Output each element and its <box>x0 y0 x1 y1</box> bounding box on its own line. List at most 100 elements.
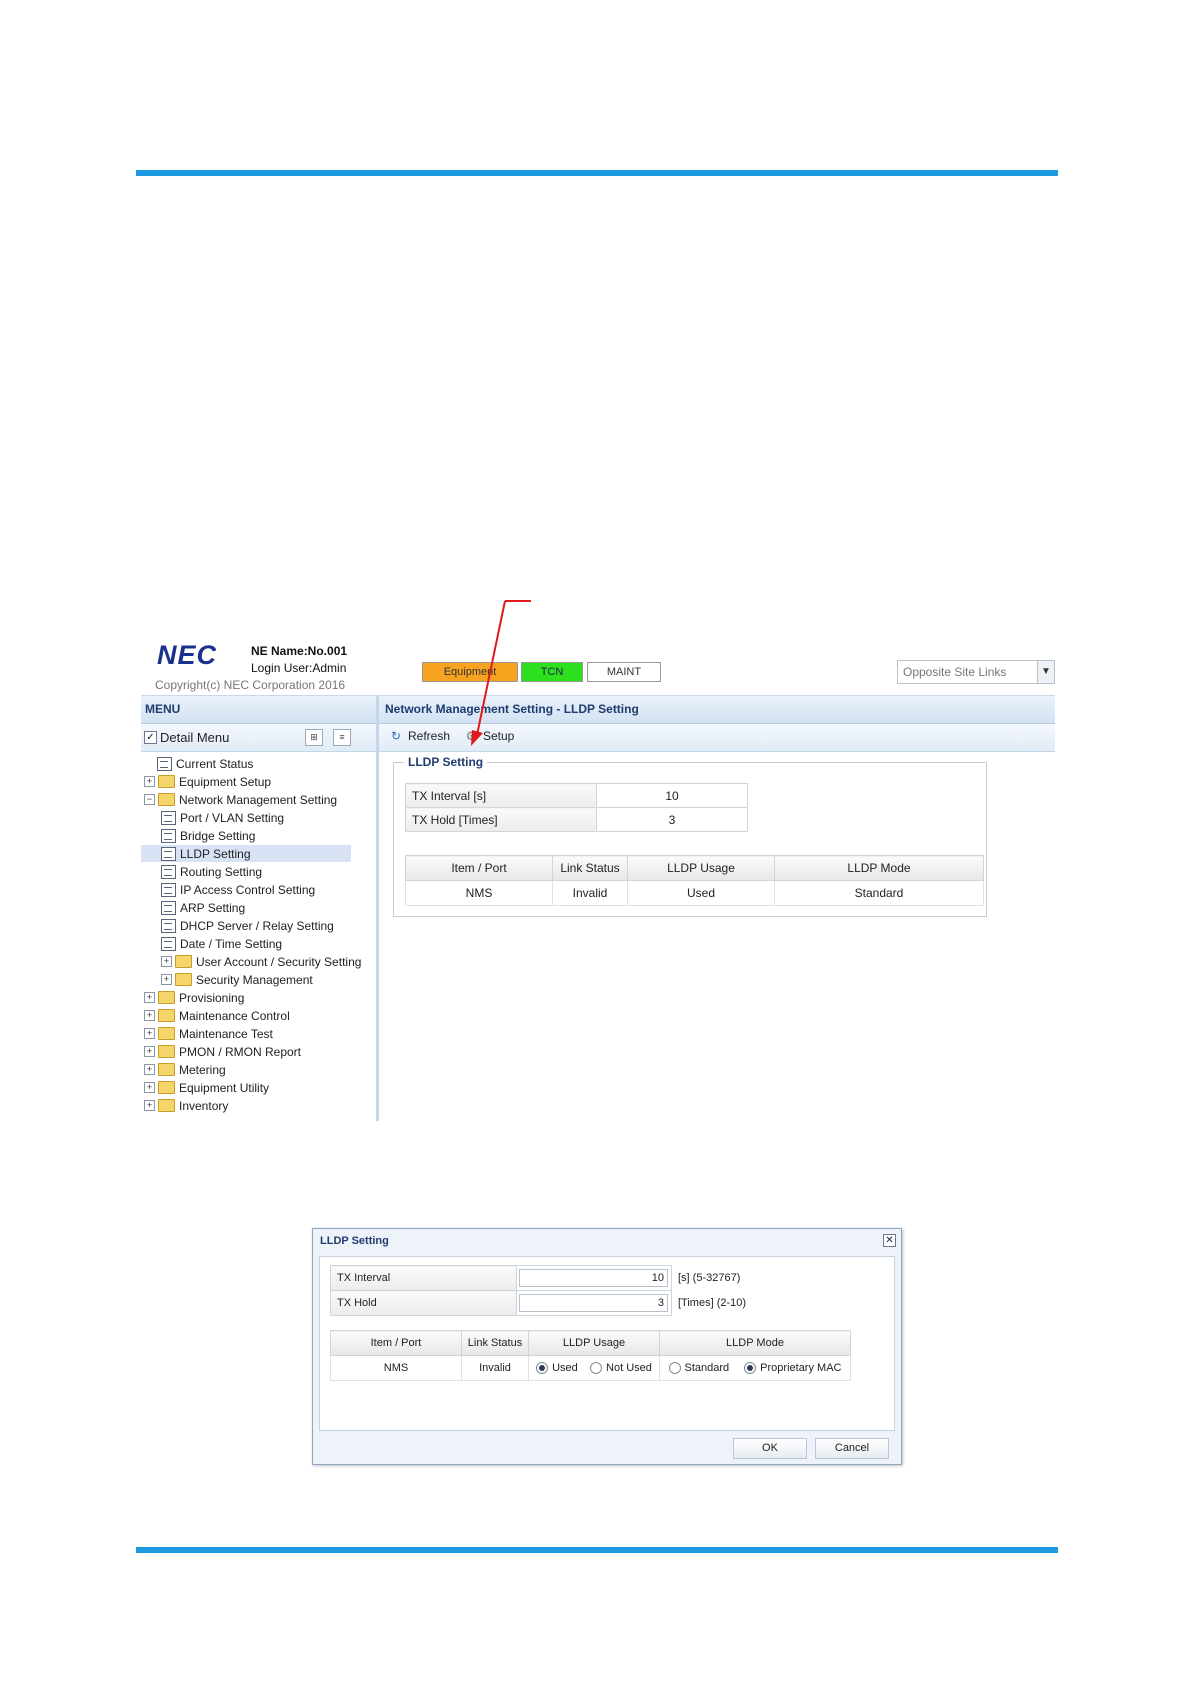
expand-icon[interactable]: + <box>144 1064 155 1075</box>
tx-hold-field-label: TX Hold <box>330 1290 517 1316</box>
sidebar-item-arp-setting[interactable]: ARP Setting <box>161 899 245 916</box>
dialog-title: LLDP Setting <box>320 1235 389 1247</box>
ne-name-label: NE Name:No.001 <box>251 644 348 658</box>
maint-status-indicator[interactable]: MAINT <box>587 662 661 682</box>
lldp-usage-radio-group: Used Not Used <box>528 1355 660 1381</box>
sidebar-item-metering[interactable]: + Metering <box>144 1061 226 1078</box>
lldp-mode-options: Standard Proprietary MAC <box>661 1362 849 1374</box>
expand-icon[interactable]: + <box>144 776 155 787</box>
sidebar-item-equipment-utility[interactable]: + Equipment Utility <box>144 1079 269 1096</box>
page-icon <box>161 882 176 897</box>
setup-button[interactable]: ⚙ Setup <box>464 729 515 743</box>
sidebar-item-provisioning[interactable]: + Provisioning <box>144 989 244 1006</box>
equipment-status-indicator[interactable]: Equipment <box>422 662 518 682</box>
sidebar-item-maintenance-test[interactable]: + Maintenance Test <box>144 1025 273 1042</box>
content-toolbar: ↻ Refresh ⚙ Setup <box>379 724 1055 752</box>
table-row: TX Hold 3 [Times] (2-10) <box>330 1290 748 1316</box>
tcn-status-indicator[interactable]: TCN <box>521 662 583 682</box>
column-header-item-port: Item / Port <box>330 1330 462 1356</box>
expand-icon[interactable]: + <box>144 1046 155 1057</box>
sidebar-item-security-management[interactable]: + Security Management <box>161 971 313 988</box>
sidebar-item-pmon-rmon-report[interactable]: + PMON / RMON Report <box>144 1043 301 1060</box>
mode-standard-radio[interactable] <box>668 1362 681 1374</box>
tx-interval-input[interactable]: 10 <box>519 1269 668 1287</box>
cell-lldp-mode: Standard <box>774 880 984 906</box>
lldp-port-table: Item / Port Link Status LLDP Usage LLDP … <box>405 855 984 906</box>
sidebar-item-user-account-security-setting[interactable]: + User Account / Security Setting <box>161 953 361 970</box>
dialog-body: TX Interval 10 [s] (5-32767) TX Hold 3 [… <box>319 1256 895 1431</box>
usage-used-radio[interactable] <box>536 1362 549 1374</box>
mode-standard-option[interactable]: Standard <box>668 1362 729 1374</box>
expand-icon[interactable]: + <box>144 1028 155 1039</box>
cell-link-status: Invalid <box>461 1355 529 1381</box>
folder-icon <box>158 1063 175 1076</box>
mode-proprietary-mac-option[interactable]: Proprietary MAC <box>744 1362 841 1374</box>
folder-icon <box>158 991 175 1004</box>
cell-item-port: NMS <box>405 880 553 906</box>
page-icon <box>161 918 176 933</box>
mode-proprietary-mac-label: Proprietary MAC <box>760 1362 842 1374</box>
menu-panel: MENU ✓ Detail Menu ⊞ ≡ Current Status + Eq… <box>141 696 379 1121</box>
cancel-button[interactable]: Cancel <box>815 1438 889 1459</box>
sidebar-item-lldp-setting[interactable]: LLDP Setting <box>141 845 351 862</box>
page-bottom-rule <box>136 1547 1058 1553</box>
chevron-down-icon[interactable]: ▼ <box>1037 661 1054 683</box>
table-row: NMS Invalid Used Standard <box>405 880 984 906</box>
sidebar-item-ip-access-control-setting[interactable]: IP Access Control Setting <box>161 881 315 898</box>
tx-interval-value: 10 <box>596 783 748 808</box>
sidebar-item-maintenance-control[interactable]: + Maintenance Control <box>144 1007 290 1024</box>
table-row: NMS Invalid Used Not Used Standard Propr… <box>330 1355 851 1381</box>
column-header-lldp-usage: LLDP Usage <box>528 1330 660 1356</box>
dialog-title-bar: LLDP Setting ✕ <box>313 1229 901 1253</box>
usage-not-used-option[interactable]: Not Used <box>590 1362 652 1374</box>
detail-menu-checkbox[interactable]: ✓ <box>144 731 157 744</box>
content-title: Network Management Setting - LLDP Settin… <box>379 696 1055 724</box>
sidebar-item-network-management-setting[interactable]: − Network Management Setting <box>144 791 337 808</box>
usage-not-used-radio[interactable] <box>590 1362 603 1374</box>
dialog-params-table: TX Interval 10 [s] (5-32767) TX Hold 3 [… <box>330 1265 748 1316</box>
sidebar-item-equipment-setup[interactable]: + Equipment Setup <box>144 773 271 790</box>
lldp-setting-dialog: LLDP Setting ✕ TX Interval 10 [s] (5-327… <box>312 1228 902 1465</box>
ok-button[interactable]: OK <box>733 1438 807 1459</box>
sidebar-item-inventory[interactable]: + Inventory <box>144 1097 228 1114</box>
expand-icon[interactable]: + <box>144 1082 155 1093</box>
collapse-icon[interactable]: − <box>144 794 155 805</box>
login-user-label: Login User:Admin <box>251 661 347 675</box>
setup-label: Setup <box>483 729 515 743</box>
folder-icon <box>158 1099 175 1112</box>
refresh-label: Refresh <box>408 729 451 743</box>
table-header-row: Item / Port Link Status LLDP Usage LLDP … <box>405 855 984 881</box>
expand-icon[interactable]: + <box>144 992 155 1003</box>
sidebar-item-bridge-setting[interactable]: Bridge Setting <box>161 827 255 844</box>
close-icon[interactable]: ✕ <box>883 1234 896 1247</box>
refresh-button[interactable]: ↻ Refresh <box>389 729 450 743</box>
expand-icon[interactable]: + <box>161 956 172 967</box>
folder-icon <box>158 1027 175 1040</box>
copyright-text: Copyright(c) NEC Corporation 2016 <box>155 678 346 692</box>
page-icon <box>161 864 176 879</box>
sidebar-item-current-status[interactable]: Current Status <box>144 755 253 772</box>
tx-interval-field-cell: 10 <box>516 1265 672 1291</box>
tx-hold-input[interactable]: 3 <box>519 1294 668 1312</box>
folder-icon <box>158 793 175 806</box>
sidebar-item-label: Equipment Utility <box>179 1080 270 1095</box>
sidebar-item-routing-setting[interactable]: Routing Setting <box>161 863 262 880</box>
sidebar-item-dhcp-server-relay-setting[interactable]: DHCP Server / Relay Setting <box>161 917 334 934</box>
sidebar-item-date-time-setting[interactable]: Date / Time Setting <box>161 935 282 952</box>
expand-all-icon[interactable]: ⊞ <box>305 729 323 746</box>
list-view-icon[interactable]: ≡ <box>333 729 351 746</box>
web-gui-screenshot: NEC NE Name:No.001 Login User:Admin Copy… <box>141 633 1055 1121</box>
sidebar-item-port-vlan-setting[interactable]: Port / VLAN Setting <box>161 809 284 826</box>
sidebar-item-label: User Account / Security Setting <box>196 954 362 969</box>
sidebar-item-label: PMON / RMON Report <box>179 1044 302 1059</box>
cell-item-port: NMS <box>330 1355 462 1381</box>
usage-used-option[interactable]: Used <box>536 1362 578 1374</box>
sidebar-item-label: LLDP Setting <box>180 846 251 861</box>
expand-icon[interactable]: + <box>144 1100 155 1111</box>
mode-proprietary-mac-radio[interactable] <box>744 1362 757 1374</box>
expand-icon[interactable]: + <box>144 1010 155 1021</box>
content-panel: Network Management Setting - LLDP Settin… <box>379 696 1055 1121</box>
tx-hold-range: [Times] (2-10) <box>678 1297 747 1309</box>
expand-icon[interactable]: + <box>161 974 172 985</box>
opposite-site-links-select[interactable]: Opposite Site Links ▼ <box>897 660 1055 684</box>
